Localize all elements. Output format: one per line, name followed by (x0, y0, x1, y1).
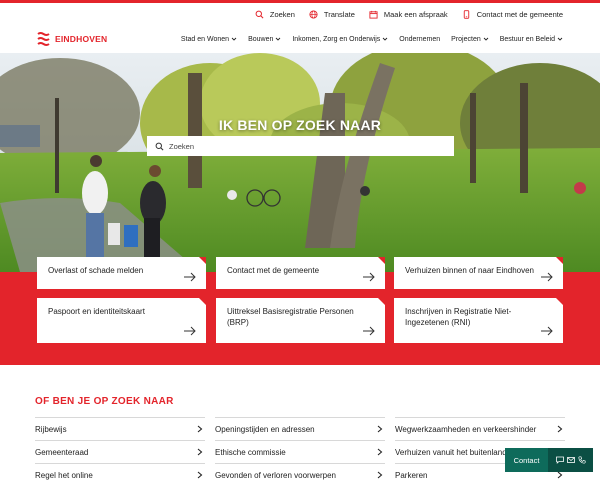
chevron-right-icon (197, 448, 203, 456)
links-column-2: Openingstijden en adressen Ethische comm… (215, 417, 385, 480)
chevron-right-icon (377, 425, 383, 433)
link-label: Wegwerkzaamheden en verkeershinder (395, 424, 537, 434)
list-item[interactable]: Regel het online (35, 463, 205, 480)
hero-title: IK BEN OP ZOEK NAAR (218, 117, 382, 133)
card-uittreksel-brp[interactable]: Uittreksel Basisregistratie Personen (BR… (216, 298, 385, 343)
list-item[interactable]: Rijbewijs (35, 417, 205, 440)
chevron-right-icon (557, 471, 563, 479)
chevron-down-icon (483, 37, 489, 41)
nav-label: Projecten (451, 35, 481, 43)
mail-icon (566, 457, 575, 463)
card-contact-gemeente[interactable]: Contact met de gemeente (216, 257, 385, 289)
globe-icon (309, 9, 318, 19)
list-item[interactable]: Openingstijden en adressen (215, 417, 385, 440)
hero-search-input[interactable]: Zoeken (147, 136, 454, 156)
card-corner (556, 298, 563, 305)
phone-icon (463, 9, 469, 19)
search-icon (155, 142, 164, 150)
contact-widget[interactable]: Contact (505, 448, 593, 472)
card-corner (199, 257, 206, 264)
section-title: OF BEN JE OP ZOEK NAAR (35, 396, 174, 407)
nav-label: Bouwen (248, 35, 274, 43)
link-label: Gemeenteraad (35, 447, 89, 457)
link-label: Rijbewijs (35, 424, 67, 434)
utility-search-label: Zoeken (269, 9, 295, 19)
eindhoven-logo-icon (37, 32, 50, 46)
arrow-right-icon (184, 326, 196, 336)
hero-park-photo (0, 53, 600, 272)
chat-icon (555, 456, 564, 464)
nav-label: Inkomen, Zorg en Onderwijs (292, 35, 381, 43)
card-overlast-melden[interactable]: Overlast of schade melden (37, 257, 206, 289)
link-label: Openingstijden en adressen (215, 424, 315, 434)
link-label: Regel het online (35, 470, 93, 480)
utility-translate-label: Translate (323, 9, 355, 19)
calendar-icon (369, 10, 378, 19)
link-label: Gevonden of verloren voorwerpen (215, 470, 336, 480)
card-label: Paspoort en identiteitskaart (48, 307, 145, 316)
list-item[interactable]: Wegwerkzaamheden en verkeershinder (395, 417, 565, 440)
nav-item-projecten[interactable]: Projecten (451, 36, 489, 43)
card-label: Verhuizen binnen of naar Eindhoven (405, 266, 534, 275)
chevron-right-icon (197, 425, 203, 433)
card-label: Contact met de gemeente (227, 266, 320, 275)
link-label: Ethische commissie (215, 447, 286, 457)
chevron-right-icon (197, 471, 203, 479)
nav-label: Ondernemen (399, 35, 441, 43)
links-column-1: Rijbewijs Gemeenteraad Regel het online (35, 417, 205, 480)
nav-item-inkomen-zorg-onderwijs[interactable]: Inkomen, Zorg en Onderwijs (292, 36, 388, 43)
card-corner (199, 298, 206, 305)
nav-item-ondernemen[interactable]: Ondernemen (399, 36, 440, 43)
chevron-right-icon (377, 448, 383, 456)
nav-item-bestuur-en-beleid[interactable]: Bestuur en Beleid (500, 36, 563, 43)
main-nav: Stad en Wonen Bouwen Inkomen, Zorg en On… (181, 25, 563, 53)
utility-bar: Zoeken Translate Maak een afspraak Conta… (0, 3, 600, 25)
arrow-right-icon (363, 272, 375, 282)
card-verhuizen[interactable]: Verhuizen binnen of naar Eindhoven (394, 257, 563, 289)
nav-label: Stad en Wonen (180, 35, 230, 43)
arrow-right-icon (184, 272, 196, 282)
chevron-down-icon (231, 37, 237, 41)
card-paspoort[interactable]: Paspoort en identiteitskaart (37, 298, 206, 343)
search-placeholder: Zoeken (169, 141, 195, 151)
main-header: EINDHOVEN Stad en Wonen Bouwen Inkomen, … (0, 25, 600, 53)
utility-appointment-label: Maak een afspraak (383, 9, 448, 19)
arrow-right-icon (541, 272, 553, 282)
card-inschrijven-rni[interactable]: Inschrijven in Registratie Niet-Ingezete… (394, 298, 563, 343)
utility-search[interactable]: Zoeken (255, 10, 295, 19)
nav-item-bouwen[interactable]: Bouwen (248, 36, 281, 43)
phone-icon (577, 456, 586, 464)
utility-contact[interactable]: Contact met de gemeente (462, 10, 563, 19)
card-corner (378, 257, 385, 264)
card-corner (378, 298, 385, 305)
chevron-right-icon (557, 425, 563, 433)
utility-contact-label: Contact met de gemeente (476, 9, 563, 19)
arrow-right-icon (363, 326, 375, 336)
logo-text: EINDHOVEN (55, 34, 108, 44)
card-label: Uittreksel Basisregistratie Personen (BR… (227, 307, 354, 328)
chevron-right-icon (377, 471, 383, 479)
utility-appointment[interactable]: Maak een afspraak (369, 10, 448, 19)
list-item[interactable]: Gemeenteraad (35, 440, 205, 463)
nav-item-stad-en-wonen[interactable]: Stad en Wonen (181, 36, 237, 43)
arrow-right-icon (541, 326, 553, 336)
list-item[interactable]: Gevonden of verloren voorwerpen (215, 463, 385, 480)
link-label: Parkeren (395, 470, 428, 480)
search-icon (255, 10, 264, 18)
card-label: Inschrijven in Registratie Niet-Ingezete… (405, 307, 512, 328)
logo[interactable]: EINDHOVEN (37, 31, 107, 47)
hero-section: IK BEN OP ZOEK NAAR Zoeken (0, 53, 600, 272)
contact-widget-label: Contact (505, 448, 548, 472)
contact-widget-icons (548, 448, 593, 472)
chevron-down-icon (382, 37, 388, 41)
chevron-down-icon (557, 37, 563, 41)
utility-translate[interactable]: Translate (309, 10, 355, 19)
card-corner (556, 257, 563, 264)
card-label: Overlast of schade melden (48, 266, 144, 275)
link-label: Verhuizen vanuit het buitenland (395, 447, 507, 457)
nav-label: Bestuur en Beleid (499, 35, 555, 43)
chevron-down-icon (276, 37, 281, 41)
list-item[interactable]: Ethische commissie (215, 440, 385, 463)
